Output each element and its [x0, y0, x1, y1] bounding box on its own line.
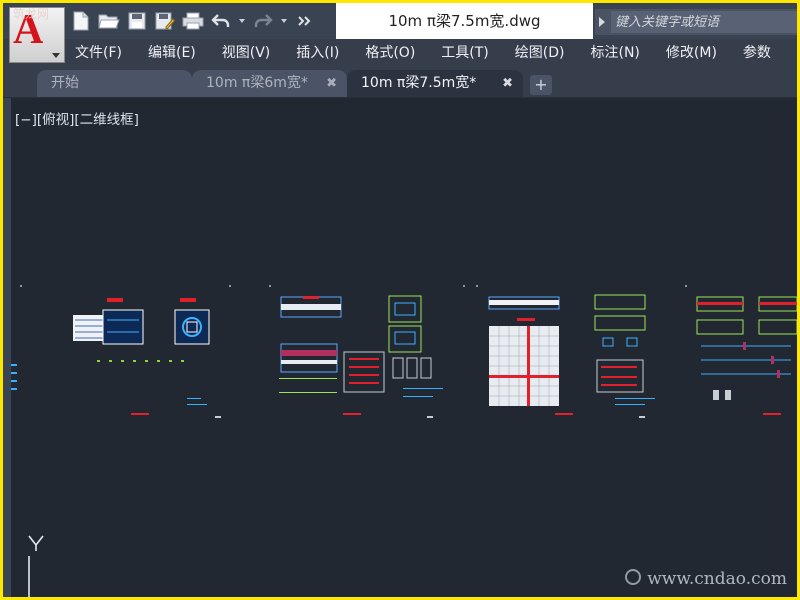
menu-draw[interactable]: 绘图(D) [515, 39, 577, 67]
close-tab-icon[interactable]: ✖ [502, 70, 513, 97]
document-title: 10m π梁7.5m宽.dwg [336, 3, 593, 39]
search-input[interactable] [611, 11, 797, 33]
redo-dropdown-icon[interactable] [281, 19, 287, 23]
sheet-3 [488, 294, 655, 418]
menu-insert[interactable]: 插入(I) [296, 39, 351, 67]
tab-label: 开始 [51, 75, 79, 91]
viewport-controls-label[interactable]: [−][俯视][二维线框] [15, 108, 139, 128]
tab-label: 10m π梁7.5m宽* [361, 75, 477, 91]
top-left-watermark: 筑龙网 [13, 7, 50, 21]
tab-10m-7-5m[interactable]: 10m π梁7.5m宽* ✖ [347, 70, 523, 97]
save-icon[interactable] [125, 9, 149, 33]
file-tab-bar: 开始 10m π梁6m宽* ✖ 10m π梁7.5m宽* ✖ + [3, 67, 797, 98]
sheet-1 [11, 298, 221, 418]
sheet-4 [696, 296, 797, 415]
menu-tools[interactable]: 工具(T) [441, 39, 500, 67]
menu-params[interactable]: 参数 [743, 39, 783, 67]
open-folder-icon[interactable] [97, 9, 121, 33]
new-tab-button[interactable]: + [530, 75, 552, 95]
drawing-canvas[interactable]: [−][俯视][二维线框] Y www.cndao.com [11, 98, 797, 597]
menu-format[interactable]: 格式(O) [365, 39, 427, 67]
menu-items: 文件(F) 编辑(E) 视图(V) 插入(I) 格式(O) 工具(T) 绘图(D… [75, 39, 797, 67]
menu-bar: 文件(F) 编辑(E) 视图(V) 插入(I) 格式(O) 工具(T) 绘图(D… [3, 39, 797, 67]
quick-access-bar: 10m π梁7.5m宽.dwg [3, 3, 797, 39]
close-tab-icon[interactable]: ✖ [326, 70, 337, 97]
menu-dimension[interactable]: 标注(N) [591, 39, 652, 67]
redo-icon[interactable] [251, 9, 275, 33]
more-icon[interactable] [293, 9, 317, 33]
tab-10m-6m[interactable]: 10m π梁6m宽* ✖ [192, 70, 347, 97]
print-icon[interactable] [181, 9, 205, 33]
undo-dropdown-icon[interactable] [239, 19, 245, 23]
menu-view[interactable]: 视图(V) [222, 39, 283, 67]
menu-edit[interactable]: 编辑(E) [148, 39, 208, 67]
tab-label: 10m π梁6m宽* [206, 75, 308, 91]
app-menu-caret-icon [52, 53, 60, 58]
site-watermark: www.cndao.com [625, 569, 787, 589]
application-window: 10m π梁7.5m宽.dwg A 筑龙网 文件(F) 编辑(E) 视图(V) … [3, 3, 797, 597]
sheet-2 [279, 295, 443, 418]
search-box [595, 9, 797, 35]
search-expand-icon[interactable] [599, 17, 605, 27]
tab-start[interactable]: 开始 [37, 70, 192, 97]
save-as-icon[interactable] [153, 9, 177, 33]
quick-access-toolbar [69, 9, 317, 33]
watermark-text: www.cndao.com [647, 569, 787, 589]
new-file-icon[interactable] [69, 9, 93, 33]
menu-file[interactable]: 文件(F) [75, 39, 134, 67]
menu-modify[interactable]: 修改(M) [666, 39, 729, 67]
watermark-logo-icon [625, 569, 642, 585]
drawing-sheets [11, 285, 797, 418]
ucs-icon: Y [25, 534, 49, 597]
undo-icon[interactable] [209, 9, 233, 33]
